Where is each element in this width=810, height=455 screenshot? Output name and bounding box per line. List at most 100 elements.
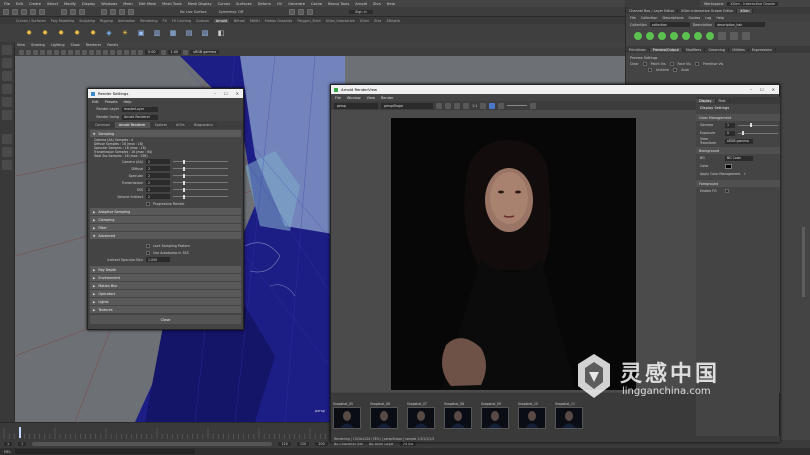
shelf-tab-xgen-interactive[interactable]: XGen_Interactive <box>326 19 355 23</box>
menu-curves[interactable]: Curves <box>218 2 230 6</box>
range-end-field[interactable]: 120 <box>296 442 310 446</box>
auto-preview-icon[interactable] <box>742 32 750 40</box>
arnold-render-icon[interactable]: ✹ <box>24 28 34 38</box>
sampling-value-field[interactable]: 2 <box>146 194 170 199</box>
render-layer-dropdown[interactable]: masterLayer <box>122 106 158 112</box>
minimize-icon[interactable]: – <box>214 91 216 96</box>
section-textures[interactable]: ▶ Textures <box>90 306 241 313</box>
color-management-icon[interactable] <box>183 49 189 55</box>
viewport-menu-view[interactable]: View <box>17 43 25 47</box>
maximize-icon[interactable]: ☐ <box>224 91 228 96</box>
save-scene-icon[interactable] <box>21 8 27 15</box>
snapshot-thumbnail[interactable] <box>444 406 472 429</box>
menu-ziva[interactable]: Ziva <box>373 2 381 6</box>
slider-knob[interactable] <box>182 180 185 185</box>
snapshot-item[interactable]: Snapshot_08 <box>444 402 474 429</box>
indirect-blur-field[interactable]: 1.000 <box>146 257 170 262</box>
render-settings-icon[interactable] <box>307 8 314 15</box>
image-plane-icon[interactable] <box>40 49 45 55</box>
section-clamping[interactable]: ▶ Clamping <box>90 216 241 223</box>
sampling-value-field[interactable]: 2 <box>146 166 170 171</box>
smooth-shade-icon[interactable] <box>96 49 101 55</box>
lights-icon[interactable] <box>110 49 115 55</box>
background-section[interactable]: Background <box>696 147 780 154</box>
slider-knob[interactable] <box>182 166 185 171</box>
viewport-menu-lighting[interactable]: Lighting <box>51 43 65 47</box>
snap-view-icon[interactable] <box>128 8 134 15</box>
select-guide-icon[interactable] <box>682 32 690 40</box>
sampling-slider[interactable] <box>173 187 228 192</box>
uniform-checkbox[interactable] <box>648 68 652 72</box>
progressive-checkbox[interactable] <box>146 201 150 206</box>
shelf-tab-ziva[interactable]: Ziva <box>374 19 381 23</box>
display-tab-display[interactable]: Display <box>696 98 716 103</box>
camera-attributes-icon[interactable] <box>26 49 31 55</box>
slider-knob[interactable] <box>182 159 185 164</box>
sampling-slider[interactable] <box>173 194 228 199</box>
checkbox-lock-sampling-pattern[interactable] <box>146 243 150 248</box>
snapshot-item[interactable]: Snapshot_06 <box>370 402 400 429</box>
renderview-titlebar[interactable]: Arnold RenderView – ☐ ✕ <box>331 85 779 94</box>
zoom-ratio[interactable]: 1:1 <box>472 104 477 108</box>
display-tab-post[interactable]: Post <box>716 98 730 103</box>
snap-grid-icon[interactable] <box>101 8 107 15</box>
preview-icon[interactable] <box>718 32 726 40</box>
render-settings-titlebar[interactable]: Render Settings – ☐ ✕ <box>88 89 243 98</box>
patch-vis-checkbox[interactable] <box>642 62 647 66</box>
panel-scrollbar[interactable] <box>802 227 805 297</box>
sampling-slider[interactable] <box>173 166 228 171</box>
open-scene-icon[interactable] <box>12 8 18 15</box>
sculpt-guide-icon[interactable] <box>658 32 666 40</box>
menu-create[interactable]: Create <box>29 2 41 6</box>
sampling-slider[interactable] <box>173 159 228 164</box>
panel-tab-xgen-interactive-groom-editor[interactable]: XGen Interactive Groom Editor <box>678 8 738 13</box>
area-light-icon[interactable]: ✹ <box>40 28 50 38</box>
curve-collector-icon[interactable]: ▦ <box>168 28 178 38</box>
xgen-subtab-utilities[interactable]: Utilities <box>729 47 749 52</box>
menu-cache[interactable]: Cache <box>311 2 322 6</box>
apply-cm-checkbox[interactable]: ✓ <box>743 172 746 176</box>
rs-tab-arnold-renderer[interactable]: Arnold Renderer <box>114 122 150 128</box>
fps-dropdown[interactable]: 24 fps <box>399 442 417 446</box>
gamma-slider[interactable] <box>738 123 778 127</box>
viewport-menu-shading[interactable]: Shading <box>31 43 45 47</box>
new-scene-icon[interactable] <box>3 8 9 15</box>
shelf-tab-sculpting[interactable]: Sculpting <box>79 19 95 23</box>
section-advanced[interactable]: ▼ Advanced <box>90 232 241 239</box>
bookmark-icon[interactable] <box>33 49 38 55</box>
view-transform-field[interactable]: sRGB gamma <box>725 138 753 144</box>
face-vis-checkbox[interactable] <box>669 62 674 66</box>
clear-preview-icon[interactable] <box>730 32 738 40</box>
lasso-tool-icon[interactable] <box>2 58 12 68</box>
panel-tab-channel-box-layer-editor[interactable]: Channel Box / Layer Editor <box>626 8 679 13</box>
sign-in-button[interactable]: Sign In <box>349 9 373 14</box>
menu-bonus-tools[interactable]: Bonus Tools <box>328 2 349 6</box>
rv-minimize-icon[interactable]: – <box>750 87 752 92</box>
color-management-section[interactable]: Color Management <box>696 114 780 121</box>
menu-display[interactable]: Display <box>82 2 95 6</box>
grid-icon[interactable] <box>47 49 52 55</box>
snapshot-item[interactable]: Snapshot_07 <box>407 402 437 429</box>
select-hierarchy-icon[interactable] <box>61 8 67 15</box>
sampling-value-field[interactable]: 2 <box>146 187 170 192</box>
ipr-icon[interactable] <box>498 102 505 109</box>
rv-close-icon[interactable]: ✕ <box>772 87 775 92</box>
standin-icon[interactable]: ▣ <box>136 28 146 38</box>
exposure-slider-rv[interactable] <box>738 131 778 135</box>
xray-icon[interactable] <box>131 49 136 55</box>
volume-icon[interactable]: ▥ <box>152 28 162 38</box>
shelf-tab-polygon-shell[interactable]: Polygon_Shell <box>297 19 320 23</box>
anim-layer-dropdown[interactable]: No Anim Layer <box>369 442 394 446</box>
menu-select[interactable]: Select <box>47 2 58 6</box>
sampling-value-field[interactable]: 2 <box>146 173 170 178</box>
viewport-menu-panels[interactable]: Panels <box>107 43 118 47</box>
shelf-tab-zbrightr[interactable]: ZBrightr <box>386 19 400 23</box>
sampling-slider[interactable] <box>173 173 228 178</box>
symmetry-label[interactable]: Symmetry: Off <box>219 10 244 14</box>
panel-tab-xgen[interactable]: XGen <box>737 8 754 13</box>
render-stop-icon[interactable] <box>436 102 442 109</box>
aov-dropdown[interactable]: perspShape <box>381 102 433 109</box>
select-component-icon[interactable] <box>79 8 85 15</box>
description-dropdown[interactable]: description_hair <box>715 22 766 27</box>
rv-menu-file[interactable]: File <box>335 96 341 100</box>
